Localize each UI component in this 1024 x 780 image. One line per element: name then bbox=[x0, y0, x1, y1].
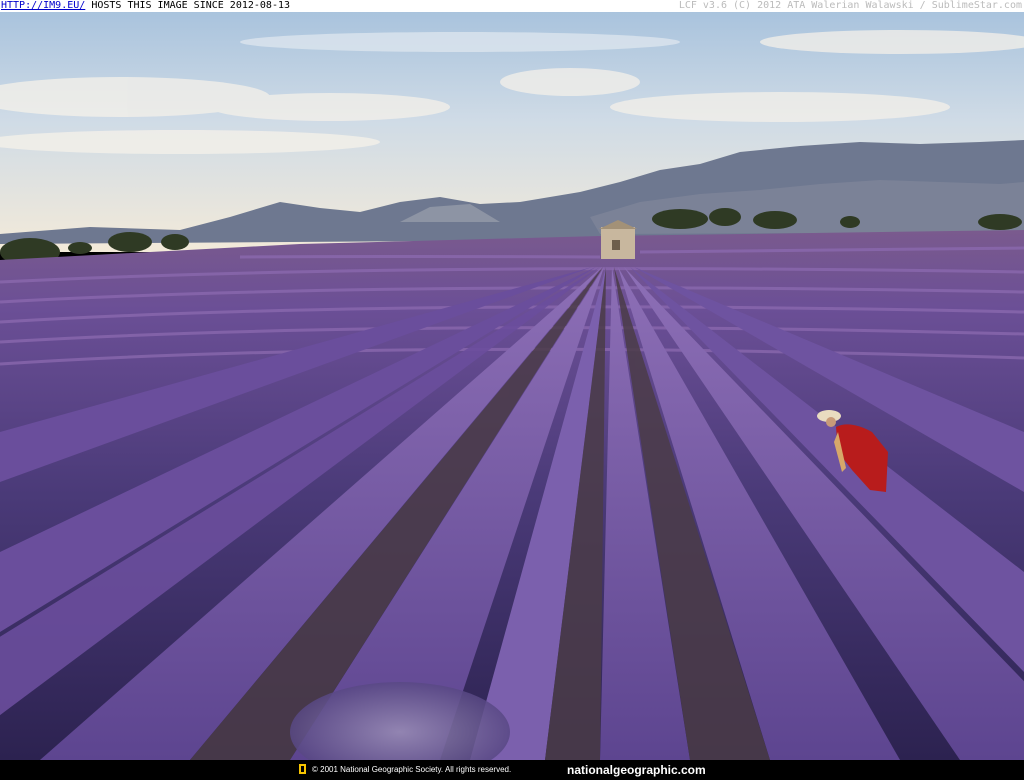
top-banner: HTTP://IM9.EU/ HOSTS THIS IMAGE SINCE 20… bbox=[0, 0, 1024, 12]
site-link[interactable]: nationalgeographic.com bbox=[567, 762, 706, 778]
lavender-field-photo bbox=[0, 12, 1024, 760]
credit-text: LCF v3.6 (C) 2012 ATA Walerian Walawski … bbox=[678, 0, 1022, 11]
copyright-text: © 2001 National Geographic Society. All … bbox=[312, 765, 512, 774]
host-link[interactable]: HTTP://IM9.EU/ bbox=[1, 0, 85, 11]
photo-canvas bbox=[0, 12, 1024, 760]
hosted-since-text: HOSTS THIS IMAGE SINCE 2012-08-13 bbox=[91, 0, 291, 11]
national-geographic-logo-icon bbox=[299, 764, 306, 774]
footer-bar: © 2001 National Geographic Society. All … bbox=[0, 760, 1024, 780]
top-banner-left: HTTP://IM9.EU/ HOSTS THIS IMAGE SINCE 20… bbox=[1, 0, 290, 12]
